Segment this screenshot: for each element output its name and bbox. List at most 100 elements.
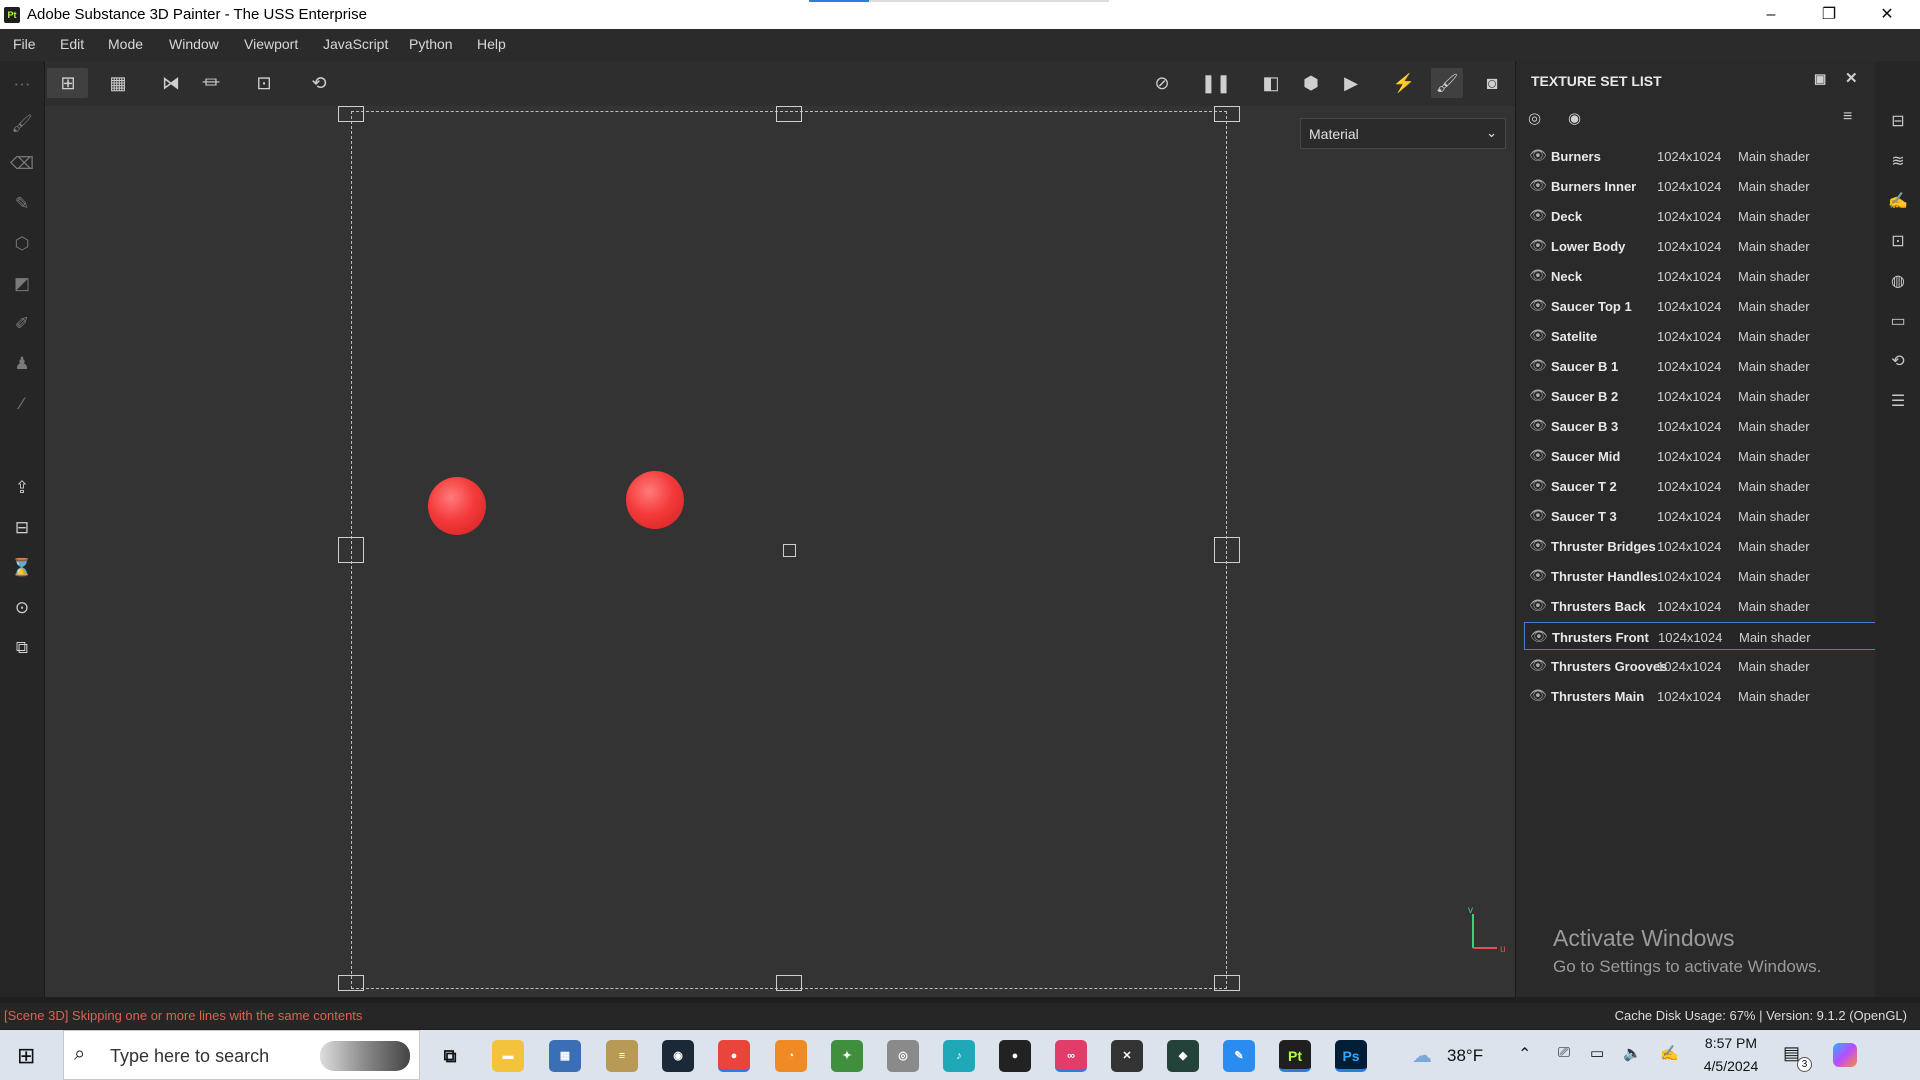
history-icon[interactable]: ⟲ xyxy=(1887,351,1909,373)
reset-view-icon[interactable]: ⟲ xyxy=(303,68,335,98)
material-mode-dropdown[interactable]: Material ⌄ xyxy=(1300,118,1506,149)
menu-window[interactable]: Window xyxy=(169,36,219,52)
uv-handle-mid-right[interactable] xyxy=(1214,537,1240,563)
menu-file[interactable]: File xyxy=(13,36,36,52)
bake-icon[interactable]: ⊟ xyxy=(10,516,34,540)
uv-viewport[interactable]: Material ⌄ v u xyxy=(45,106,1515,997)
fit-view-icon[interactable]: ⊡ xyxy=(248,68,280,98)
texture-set-row[interactable]: 👁 Thrusters Back 1024x1024 Main shader xyxy=(1524,592,1876,620)
list-options-icon[interactable]: ≡ xyxy=(1843,108,1852,126)
visibility-eye-icon[interactable]: 👁 xyxy=(1529,447,1547,464)
properties-icon[interactable]: ✍ xyxy=(1887,191,1909,213)
taskbar-search-box[interactable]: ⌕ Type here to search xyxy=(63,1030,420,1080)
light-sphere-marker[interactable] xyxy=(626,471,684,529)
menu-help[interactable]: Help xyxy=(477,36,506,52)
visibility-eye-icon[interactable]: 👁 xyxy=(1529,537,1547,554)
close-button[interactable]: ✕ xyxy=(1859,0,1915,29)
layers-icon[interactable]: ≋ xyxy=(1887,151,1909,173)
texture-set-row[interactable]: 👁 Neck 1024x1024 Main shader xyxy=(1524,262,1876,290)
visibility-eye-icon[interactable]: 👁 xyxy=(1529,477,1547,494)
clone-stamp-icon[interactable]: ♟ xyxy=(10,352,34,376)
projection-icon[interactable]: ✎ xyxy=(10,192,34,216)
texture-set-row[interactable]: 👁 Saucer B 3 1024x1024 Main shader xyxy=(1524,412,1876,440)
texture-set-row[interactable]: 👁 Thrusters Front 1024x1024 Main shader xyxy=(1524,622,1876,650)
texture-set-row[interactable]: 👁 Burners 1024x1024 Main shader xyxy=(1524,142,1876,170)
pen-icon[interactable]: ✍ xyxy=(1660,1044,1679,1062)
polygon-fill-icon[interactable]: ◩ xyxy=(10,272,34,296)
uv-handle-bottom-mid[interactable] xyxy=(776,975,802,991)
hourglass-icon[interactable]: ⌛ xyxy=(10,556,34,580)
app-pen-icon[interactable]: ✎ xyxy=(1223,1040,1255,1072)
file-explorer-icon[interactable]: ▬ xyxy=(492,1040,524,1072)
weather-temp[interactable]: 38°F xyxy=(1447,1046,1483,1066)
uv-pivot-handle[interactable] xyxy=(783,544,796,557)
geometry-fill-icon[interactable]: ⬡ xyxy=(10,232,34,256)
texture-set-settings-icon[interactable]: ⊟ xyxy=(1887,111,1909,133)
copilot-icon[interactable] xyxy=(1833,1043,1857,1067)
texture-set-row[interactable]: 👁 Deck 1024x1024 Main shader xyxy=(1524,202,1876,230)
volume-icon[interactable]: 🔈 xyxy=(1623,1044,1642,1062)
shelf-panel-icon[interactable]: ▭ xyxy=(1887,311,1909,333)
uv-handle-bottom-right[interactable] xyxy=(1214,975,1240,991)
menu-python[interactable]: Python xyxy=(409,36,453,52)
display-settings-icon[interactable]: ⊡ xyxy=(1887,231,1909,253)
weather-cloud-icon[interactable]: ☁ xyxy=(1412,1043,1432,1068)
smudge-icon[interactable]: ✐ xyxy=(10,312,34,336)
log-icon[interactable]: ☰ xyxy=(1887,391,1909,413)
visibility-eye-icon[interactable]: 👁 xyxy=(1529,237,1547,254)
hide-overlay-icon[interactable]: ⊘ xyxy=(1146,68,1178,98)
menu-mode[interactable]: Mode xyxy=(108,36,143,52)
visibility-eye-icon[interactable]: 👁 xyxy=(1530,628,1548,645)
menu-javascript[interactable]: JavaScript xyxy=(323,36,388,52)
maximize-button[interactable]: ❐ xyxy=(1801,0,1857,29)
steam-icon[interactable]: ◉ xyxy=(662,1040,694,1072)
environment-icon[interactable]: ◍ xyxy=(1887,271,1909,293)
network-icon[interactable]: ▭ xyxy=(1590,1044,1604,1062)
uv-handle-mid-left[interactable] xyxy=(338,537,364,563)
visibility-eye-icon[interactable]: 👁 xyxy=(1529,567,1547,584)
visibility-eye-icon[interactable]: 👁 xyxy=(1529,387,1547,404)
visibility-eye-icon[interactable]: 👁 xyxy=(1529,657,1547,674)
texture-set-row[interactable]: 👁 Saucer T 3 1024x1024 Main shader xyxy=(1524,502,1876,530)
windows-start-icon[interactable]: ⊞ xyxy=(17,1043,35,1069)
texture-set-row[interactable]: 👁 Burners Inner 1024x1024 Main shader xyxy=(1524,172,1876,200)
texture-set-row[interactable]: 👁 Thruster Bridges 1024x1024 Main shader xyxy=(1524,532,1876,560)
clock-time[interactable]: 8:57 PM xyxy=(1696,1035,1766,1051)
app-icon[interactable]: ≡ xyxy=(606,1040,638,1072)
visibility-eye-icon[interactable]: 👁 xyxy=(1529,687,1547,704)
lighting-icon[interactable]: ⚡ xyxy=(1388,68,1420,98)
view-mode-icon[interactable]: ◧ xyxy=(1255,68,1287,98)
app-gem-icon[interactable]: ◆ xyxy=(1167,1040,1199,1072)
texture-set-row[interactable]: 👁 Thrusters Grooves 1024x1024 Main shader xyxy=(1524,652,1876,680)
visibility-eye-icon[interactable]: 👁 xyxy=(1529,327,1547,344)
texture-set-row[interactable]: 👁 Satelite 1024x1024 Main shader xyxy=(1524,322,1876,350)
paint-mode-icon[interactable]: 🖌 xyxy=(1431,68,1463,98)
amazon-music-icon[interactable]: ♪ xyxy=(943,1040,975,1072)
uv-grid-icon[interactable]: ⊞ xyxy=(48,68,88,98)
blender-icon[interactable]: ◔ xyxy=(775,1040,807,1072)
grid-options-icon[interactable]: ▦ xyxy=(102,68,134,98)
visibility-eye-icon[interactable]: 👁 xyxy=(1529,267,1547,284)
clock-date[interactable]: 4/5/2024 xyxy=(1696,1058,1766,1074)
menu-edit[interactable]: Edit xyxy=(60,36,84,52)
panel-close-icon[interactable]: ✕ xyxy=(1845,69,1858,87)
visibility-eye-icon[interactable]: 👁 xyxy=(1529,357,1547,374)
app-swirl-icon[interactable]: ◎ xyxy=(887,1040,919,1072)
visibility-eye-icon[interactable]: 👁 xyxy=(1529,147,1547,164)
app-x-icon[interactable]: ✕ xyxy=(1111,1040,1143,1072)
shelf-icon[interactable]: ⧉ xyxy=(10,636,34,660)
undock-icon[interactable]: ▣ xyxy=(1814,71,1826,87)
camera-icon[interactable]: ▶ xyxy=(1335,68,1367,98)
creative-cloud-icon[interactable]: ∞ xyxy=(1055,1040,1087,1072)
symmetry-y-icon[interactable]: ⏛ xyxy=(195,68,227,98)
texture-set-row[interactable]: 👁 Saucer Top 1 1024x1024 Main shader xyxy=(1524,292,1876,320)
visibility-eye-icon[interactable]: 👁 xyxy=(1529,507,1547,524)
inspect-icon[interactable]: ⊙ xyxy=(10,596,34,620)
eraser-icon[interactable]: ⌫ xyxy=(10,152,34,176)
substance-painter-icon[interactable]: Pt xyxy=(1279,1040,1311,1072)
photoshop-icon[interactable]: Ps xyxy=(1335,1040,1367,1072)
texture-set-row[interactable]: 👁 Saucer B 2 1024x1024 Main shader xyxy=(1524,382,1876,410)
hide-all-icon[interactable]: ◎ xyxy=(1528,109,1541,127)
texture-set-row[interactable]: 👁 Lower Body 1024x1024 Main shader xyxy=(1524,232,1876,260)
uv-handle-bottom-left[interactable] xyxy=(338,975,364,991)
